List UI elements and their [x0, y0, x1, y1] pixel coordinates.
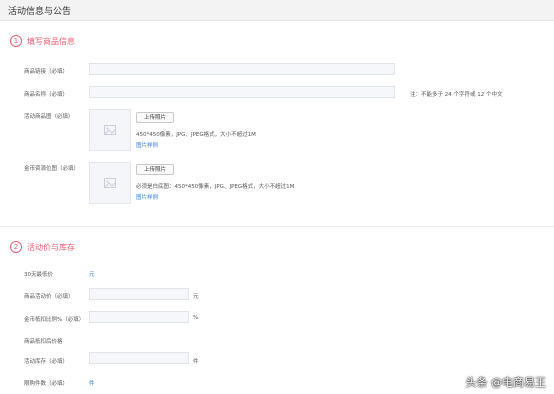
product-name-label: 商品名称（必填） [24, 92, 69, 98]
section-price-stock-header: 2 活动价与库存 [10, 240, 75, 254]
section-divider [0, 226, 554, 227]
after-deduct-price-label: 商品抵扣后价格 [24, 339, 63, 345]
stock-label: 活动库存（必填） [24, 359, 69, 365]
activity-image-spec: 450*450像素，JPG、JPEG格式，大小不超过1M [136, 132, 256, 138]
product-link-input[interactable] [89, 63, 395, 75]
activity-image-label: 活动商品图（必填） [24, 114, 74, 120]
coin-deduct-input[interactable] [89, 311, 189, 323]
section-number-badge: 1 [10, 35, 22, 47]
product-name-input[interactable] [89, 86, 395, 98]
section-title: 活动价与库存 [27, 242, 75, 252]
lowest-price-label: 30天最低价 [24, 272, 53, 278]
image-placeholder-icon [104, 178, 116, 188]
page-title: 活动信息与公告 [8, 7, 72, 17]
watermark-text: 头条 @电商易王 [465, 376, 547, 389]
activity-price-label: 商品活动价（必填） [24, 294, 74, 300]
activity-image-example-link[interactable]: 图片样例 [136, 141, 158, 149]
coin-image-spec: 必须是白底图：450*450像素，JPG、JPEG格式，大小不超过1M [136, 184, 295, 190]
watermark: 头条 @电商易王 [466, 374, 547, 390]
stock-input[interactable] [89, 352, 189, 364]
image-placeholder-icon [104, 125, 116, 135]
upload-coin-image-button[interactable]: 上传照片 [136, 164, 175, 175]
lowest-price-value: 元 [89, 272, 95, 278]
page-header: 活动信息与公告 [0, 0, 554, 21]
section-number-badge: 2 [10, 241, 22, 253]
coin-image-label: 金币资源位图（必填） [24, 166, 80, 172]
activity-price-unit: 元 [193, 294, 199, 300]
section-product-info-header: 1 填写商品信息 [10, 34, 75, 48]
coin-image-example-link[interactable]: 图片样例 [136, 193, 158, 201]
coin-deduct-label: 金币抵扣比例%（必填） [24, 317, 85, 323]
product-name-hint: 注：不能多于 24 个字符或 12 个中文 [410, 92, 503, 98]
activity-price-input[interactable] [89, 288, 189, 300]
upload-activity-image-button[interactable]: 上传照片 [136, 112, 175, 123]
coin-deduct-unit: % [193, 315, 199, 321]
section-title: 填写商品信息 [27, 36, 75, 46]
limit-label: 限购件数（必填） [24, 381, 69, 387]
limit-value: 件 [89, 381, 95, 387]
stock-unit: 件 [193, 359, 199, 365]
product-link-label: 商品链接（必填） [24, 69, 69, 75]
activity-image-placeholder[interactable] [89, 109, 131, 151]
coin-image-placeholder[interactable] [89, 162, 131, 204]
